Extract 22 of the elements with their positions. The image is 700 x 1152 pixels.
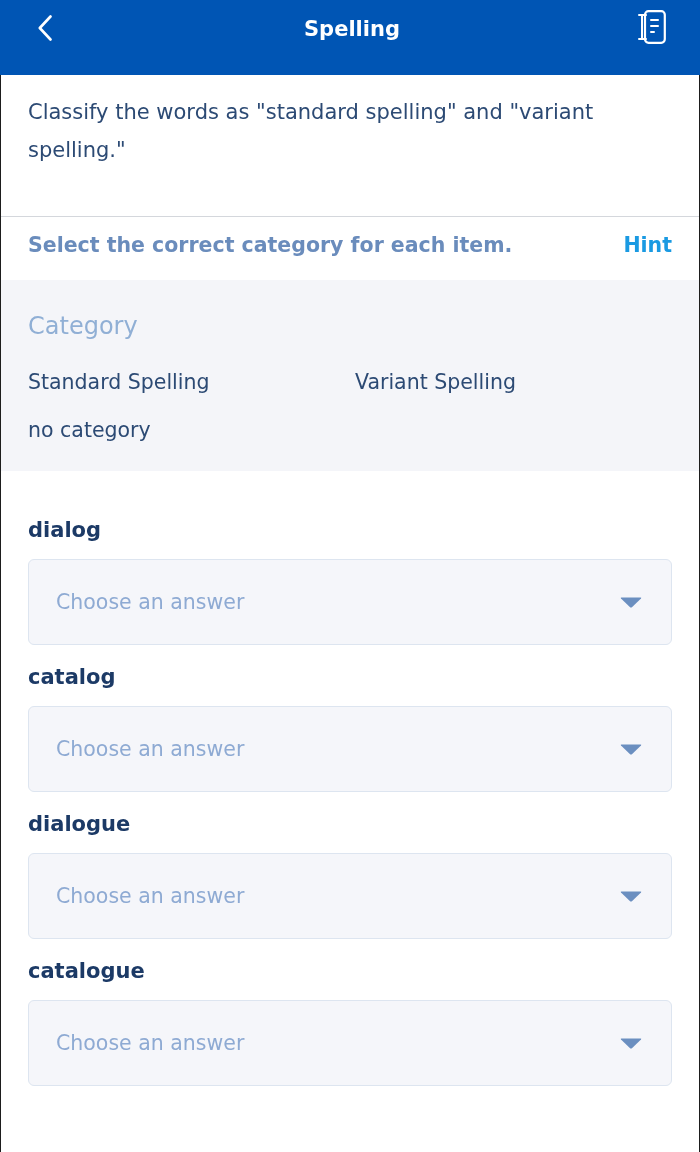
- chevron-left-icon[interactable]: [38, 15, 52, 41]
- category-label: Standard Spelling: [28, 369, 210, 396]
- page-title: Spelling: [304, 16, 400, 43]
- category-label: Variant Spelling: [355, 369, 516, 396]
- prompt-text: Select the correct category for each item.: [28, 232, 513, 259]
- item-word: dialogue: [28, 811, 131, 838]
- answer-dropdown[interactable]: Choose an answer: [28, 559, 672, 645]
- hint-link[interactable]: Hint: [623, 229, 672, 261]
- category-label: no category: [28, 417, 151, 444]
- category-heading: Category: [28, 311, 138, 342]
- answer-dropdown[interactable]: Choose an answer: [28, 1000, 672, 1086]
- answer-dropdown[interactable]: Choose an answer: [28, 853, 672, 939]
- item-word: catalog: [28, 664, 116, 691]
- instructions-text: Classify the words as "standard spelling" and "variant spelling.": [28, 99, 595, 164]
- caret-down-icon: [620, 744, 642, 755]
- caret-down-icon: [620, 1038, 642, 1049]
- notebook-icon[interactable]: [638, 10, 666, 44]
- caret-down-icon: [620, 891, 642, 902]
- caret-down-icon: [620, 597, 642, 608]
- item-word: dialog: [28, 517, 102, 544]
- item-word: catalogue: [28, 958, 145, 985]
- answer-dropdown[interactable]: Choose an answer: [28, 706, 672, 792]
